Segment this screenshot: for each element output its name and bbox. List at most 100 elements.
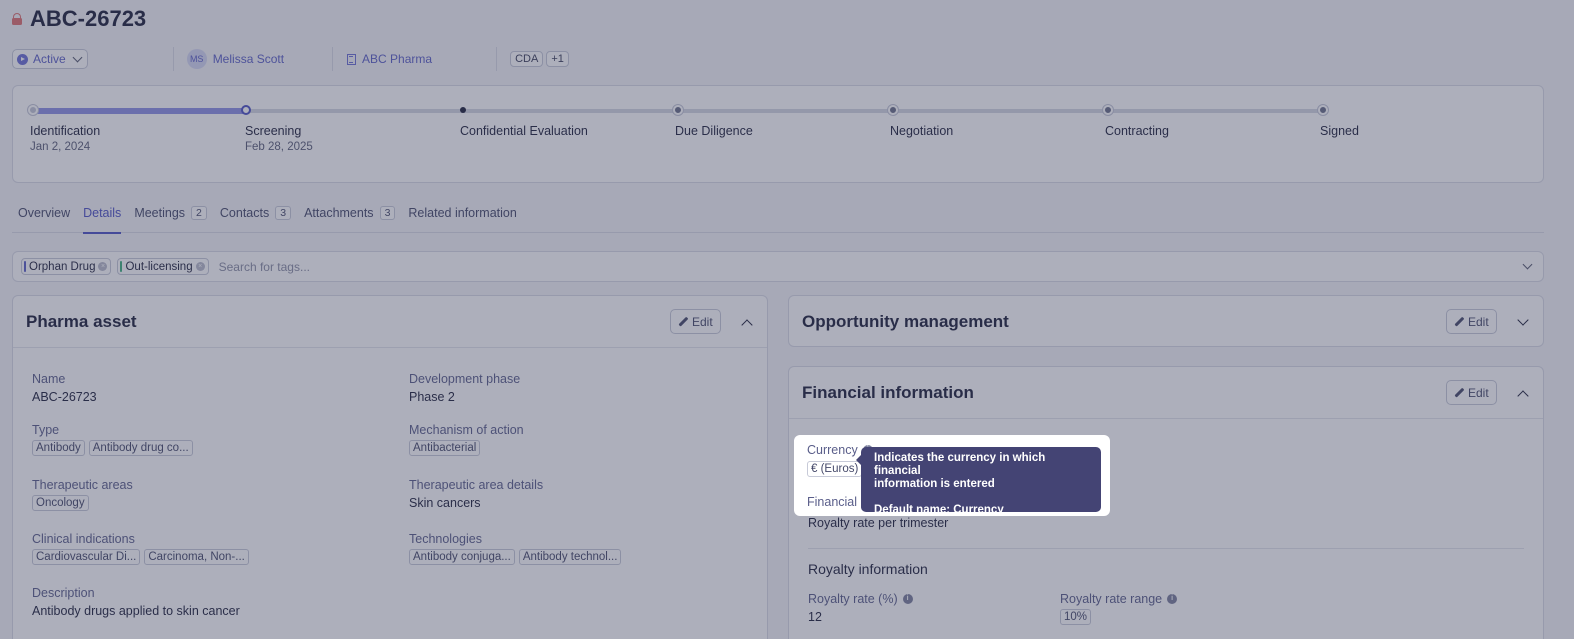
value-tag: 10% [1060, 609, 1092, 625]
field-label: Therapeutic areas [32, 478, 133, 492]
card-header: Pharma asset Edit [13, 296, 767, 348]
tab-overview[interactable]: Overview [18, 206, 70, 233]
card-title: Pharma asset [26, 312, 137, 331]
value-tag: Antibody drug co... [88, 440, 193, 456]
tag-label: Orphan Drug [29, 260, 96, 273]
tab-related-information[interactable]: Related information [408, 206, 516, 233]
stage-name: Negotiation [890, 124, 954, 138]
field-value: Phase 2 [409, 390, 455, 404]
tag-bar[interactable]: Orphan Drug × Out-licensing × Search for… [12, 251, 1544, 282]
opportunity-management-card: Opportunity management Edit [788, 295, 1544, 347]
stage-name: Identification [30, 124, 101, 138]
stage-date: Feb 28, 2025 [245, 141, 313, 153]
card-header: Financial information Edit [789, 367, 1543, 419]
field-value: ABC-26723 [32, 390, 97, 404]
edit-button[interactable]: Edit [1446, 309, 1497, 334]
tab-label: Contacts [219, 206, 270, 220]
field-value: Skin cancers [409, 496, 481, 510]
value-tag: Carcinoma, Non-... [144, 549, 249, 565]
tag-chip[interactable]: Out-licensing × [117, 258, 209, 275]
chevron-up-icon[interactable] [741, 319, 753, 331]
owner-name: Melissa Scott [212, 52, 285, 66]
tooltip-text: information is entered [874, 478, 995, 490]
remove-tag-icon[interactable]: × [98, 262, 108, 271]
field-label: Financial [807, 495, 858, 509]
card-title: Opportunity management [802, 312, 1009, 331]
remove-tag-icon[interactable]: × [195, 262, 205, 271]
field-type: Type Antibody Antibody drug co... [32, 423, 193, 456]
agreement-tags[interactable]: CDA +1 [510, 51, 569, 67]
stage-dot [1318, 105, 1328, 115]
pencil-icon [1454, 317, 1464, 327]
tab-label: Overview [18, 206, 71, 220]
stage-date: Jan 2, 2024 [30, 141, 91, 153]
edit-button[interactable]: Edit [670, 309, 721, 334]
stage-name: Signed [1320, 124, 1359, 138]
card-title: Financial information [802, 383, 974, 402]
info-icon[interactable]: i [1167, 594, 1178, 604]
progress-fill [33, 108, 247, 114]
field-label: Royalty rate (%) [808, 592, 898, 606]
field-label: Technologies [409, 532, 482, 546]
page: ABC-26723 Active MS Melissa Scott ABC Ph… [0, 0, 1574, 639]
company-name: ABC Pharma [362, 52, 433, 66]
divider [496, 47, 498, 71]
agreement-tag: CDA [510, 51, 544, 67]
field-therapeutic-areas: Therapeutic areas Oncology [32, 478, 133, 511]
tag-chip[interactable]: Orphan Drug × [21, 258, 112, 275]
currency-value-tag: € (Euros) [807, 461, 863, 477]
tab-count: 3 [275, 206, 292, 220]
stage-name: Contracting [1105, 124, 1169, 138]
page-title: ABC-26723 [30, 6, 147, 31]
tag-search-input[interactable]: Search for tags... [219, 260, 310, 274]
stage-dot [28, 105, 38, 115]
section-title: Royalty information [808, 561, 928, 577]
status-dropdown[interactable]: Active [12, 49, 88, 69]
stage-dot [241, 105, 251, 115]
field-label: Currency [807, 443, 858, 457]
company-link[interactable]: ABC Pharma [347, 52, 432, 66]
field-clinical-indications: Clinical indications Cardiovascular Di..… [32, 532, 249, 565]
tag-color-bar [24, 261, 26, 272]
tab-contacts[interactable]: Contacts 3 [219, 206, 292, 233]
value-tag: Cardiovascular Di... [32, 549, 141, 565]
tab-attachments[interactable]: Attachments 3 [304, 206, 396, 233]
status-label: Active [33, 52, 66, 66]
tab-label: Details [83, 206, 122, 220]
chevron-down-icon[interactable] [1522, 259, 1533, 270]
chevron-down-icon[interactable] [1517, 314, 1529, 326]
tab-label: Attachments [304, 206, 374, 220]
avatar: MS [186, 49, 207, 69]
tab-details[interactable]: Details [83, 206, 122, 234]
pencil-icon [1454, 388, 1464, 398]
field-mechanism-of-action: Mechanism of action Antibacterial [409, 423, 524, 456]
field-technologies: Technologies Antibody conjuga... Antibod… [409, 532, 622, 565]
tooltip-text: Indicates the currency in which financia… [874, 452, 1046, 477]
tab-bar: Overview Details Meetings 2 Contacts 3 Att… [12, 206, 1544, 234]
edit-label: Edit [1468, 314, 1489, 329]
value-tag: Antibody technol... [518, 549, 622, 565]
owner-link[interactable]: MS Melissa Scott [186, 49, 285, 69]
value-tag: Antibody conjuga... [409, 549, 515, 565]
currency-tooltip: Indicates the currency in which financia… [856, 447, 1101, 516]
tab-meetings[interactable]: Meetings 2 [134, 206, 207, 233]
tab-count: 3 [379, 206, 396, 220]
play-circle-icon [17, 53, 28, 65]
field-label: Royalty rate range [1060, 592, 1163, 606]
field-royalty-rate-range: Royalty rate range i 10% [1060, 592, 1178, 625]
lock-icon [12, 13, 22, 25]
card-header: Opportunity management Edit [789, 296, 1543, 346]
divider [808, 548, 1524, 549]
stage-dot [888, 105, 898, 115]
title-row: ABC-26723 [12, 6, 146, 32]
meta-row: Active MS Melissa Scott ABC Pharma CDA +… [12, 47, 569, 71]
field-label: Name [32, 372, 66, 386]
chevron-up-icon[interactable] [1517, 390, 1529, 402]
field-development-phase: Development phase Phase 2 [409, 372, 520, 404]
field-label: Type [32, 423, 60, 437]
info-icon[interactable]: i [902, 594, 913, 604]
field-name: Name ABC-26723 [32, 372, 97, 404]
edit-button[interactable]: Edit [1446, 380, 1497, 405]
field-value: Royalty rate per trimester [808, 516, 949, 530]
tag-color-bar [120, 261, 123, 272]
